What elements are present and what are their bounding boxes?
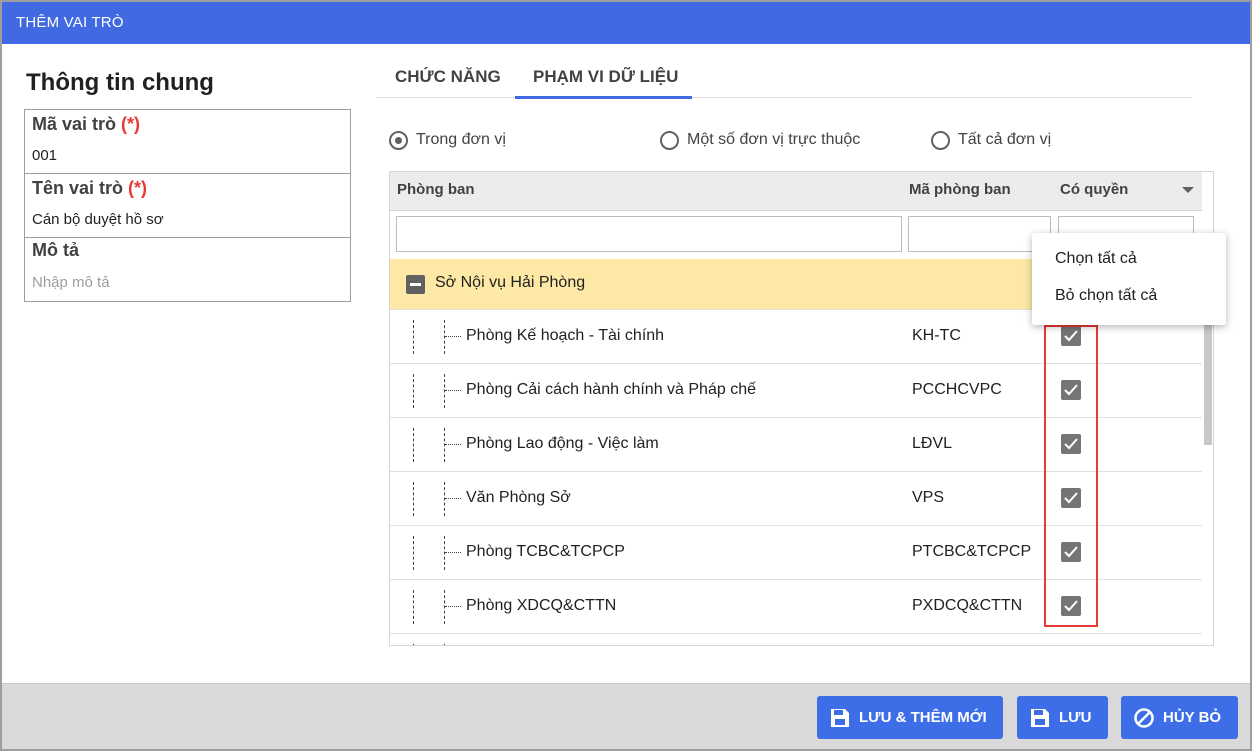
tree-line bbox=[413, 536, 414, 570]
collapse-icon[interactable] bbox=[406, 275, 425, 294]
tab-functions[interactable]: CHỨC NĂNG bbox=[395, 67, 501, 87]
active-tab-indicator bbox=[515, 96, 692, 99]
column-menu-icon[interactable] bbox=[1182, 187, 1194, 193]
col-header-department[interactable]: Phòng ban bbox=[397, 181, 475, 198]
department-code: PCCHCVPC bbox=[912, 381, 1002, 398]
department-name: Phòng XDCQ&CTTN bbox=[466, 597, 617, 614]
tree-line bbox=[444, 320, 445, 354]
department-code: PTCBC&TCPCP bbox=[912, 543, 1032, 560]
department-name: Văn Phòng Sở bbox=[466, 489, 571, 506]
tree-line bbox=[444, 482, 445, 516]
radio-label: Tất cả đơn vị bbox=[958, 131, 1052, 148]
save-and-new-button[interactable]: LƯU & THÊM MỚI bbox=[817, 696, 1003, 739]
tree-line bbox=[445, 444, 461, 445]
dialog-title: THÊM VAI TRÒ bbox=[16, 14, 124, 31]
radio-all-units[interactable]: Tất cả đơn vị bbox=[931, 129, 1051, 151]
section-title: Thông tin chung bbox=[26, 69, 214, 96]
radio-label: Trong đơn vị bbox=[416, 131, 506, 148]
department-code: KH-TC bbox=[912, 327, 961, 344]
description-placeholder[interactable]: Nhập mô tả bbox=[32, 274, 110, 291]
department-filter-input[interactable] bbox=[396, 216, 902, 252]
group-label: Sở Nội vụ Hải Phòng bbox=[435, 274, 586, 291]
general-info-form: Mã vai trò (*) 001 Tên vai trò (*) Cán b… bbox=[24, 109, 351, 302]
code-filter-input[interactable] bbox=[908, 216, 1051, 252]
role-name-value[interactable]: Cán bộ duyệt hồ sơ bbox=[32, 211, 164, 228]
tree-line bbox=[445, 552, 461, 553]
role-code-value[interactable]: 001 bbox=[32, 147, 57, 164]
tree-line bbox=[413, 374, 414, 408]
role-code-label: Mã vai trò bbox=[32, 114, 117, 134]
cancel-button[interactable]: HỦY BỎ bbox=[1121, 696, 1238, 739]
cancel-icon bbox=[1133, 707, 1155, 729]
dialog-titlebar: THÊM VAI TRÒ bbox=[0, 0, 1252, 44]
department-name: Phòng Cải cách hành chính và Pháp chế bbox=[466, 381, 756, 398]
tree-line bbox=[413, 428, 414, 462]
tree-line bbox=[445, 336, 461, 337]
department-name: Phòng Lao động - Việc làm bbox=[466, 435, 659, 452]
radio-checked-icon bbox=[389, 130, 408, 150]
save-icon bbox=[1029, 707, 1051, 729]
radio-unchecked-icon bbox=[660, 130, 679, 150]
grid-header: Phòng ban Mã phòng ban Có quyền bbox=[390, 172, 1202, 211]
tab-bar: CHỨC NĂNG PHẠM VI DỮ LIỆU bbox=[376, 56, 1192, 98]
radio-label: Một số đơn vị trực thuộc bbox=[687, 131, 861, 148]
col-header-permission[interactable]: Có quyền bbox=[1060, 181, 1128, 198]
col-header-code[interactable]: Mã phòng ban bbox=[909, 181, 1011, 198]
description-label: Mô tả bbox=[32, 240, 79, 260]
save-button[interactable]: LƯU bbox=[1017, 696, 1108, 739]
tree-line bbox=[444, 590, 445, 624]
radio-unchecked-icon bbox=[931, 130, 950, 150]
tree-line bbox=[413, 320, 414, 354]
cancel-label: HỦY BỎ bbox=[1163, 709, 1222, 726]
required-mark: (*) bbox=[128, 178, 148, 198]
role-name-field[interactable]: Tên vai trò (*) Cán bộ duyệt hồ sơ bbox=[25, 174, 350, 238]
tree-line bbox=[413, 482, 414, 516]
tree-line bbox=[445, 498, 461, 499]
radio-within-unit[interactable]: Trong đơn vị bbox=[389, 129, 506, 151]
highlight-annotation bbox=[1044, 325, 1098, 627]
tab-data-scope[interactable]: PHẠM VI DỮ LIỆU bbox=[533, 67, 678, 87]
save-label: LƯU bbox=[1059, 709, 1092, 726]
tree-line bbox=[444, 644, 445, 645]
scrollbar-thumb[interactable] bbox=[1204, 310, 1212, 445]
tree-line bbox=[413, 590, 414, 624]
table-row[interactable] bbox=[390, 634, 1202, 645]
department-name: Phòng TCBC&TCPCP bbox=[466, 543, 625, 560]
menu-item-select-all[interactable]: Chọn tất cả bbox=[1055, 250, 1137, 268]
radio-some-units[interactable]: Một số đơn vị trực thuộc bbox=[660, 129, 860, 151]
department-code: LĐVL bbox=[912, 435, 953, 452]
tree-line bbox=[444, 536, 445, 570]
save-and-new-label: LƯU & THÊM MỚI bbox=[859, 709, 987, 726]
tree-line bbox=[445, 390, 461, 391]
department-code: VPS bbox=[912, 489, 945, 506]
tree-line bbox=[445, 606, 461, 607]
save-icon bbox=[829, 707, 851, 729]
description-field[interactable]: Mô tả Nhập mô tả bbox=[25, 238, 350, 301]
role-name-label: Tên vai trò bbox=[32, 178, 124, 198]
tree-line bbox=[444, 428, 445, 462]
tree-line bbox=[444, 374, 445, 408]
required-mark: (*) bbox=[121, 114, 141, 134]
column-dropdown-menu: Chọn tất cả Bỏ chọn tất cả bbox=[1032, 233, 1226, 325]
tree-line bbox=[413, 644, 414, 645]
role-code-field[interactable]: Mã vai trò (*) 001 bbox=[25, 110, 350, 174]
department-code: PXDCQ&CTTN bbox=[912, 597, 1023, 614]
menu-item-deselect-all[interactable]: Bỏ chọn tất cả bbox=[1055, 287, 1157, 305]
department-name: Phòng Kế hoạch - Tài chính bbox=[466, 327, 665, 344]
